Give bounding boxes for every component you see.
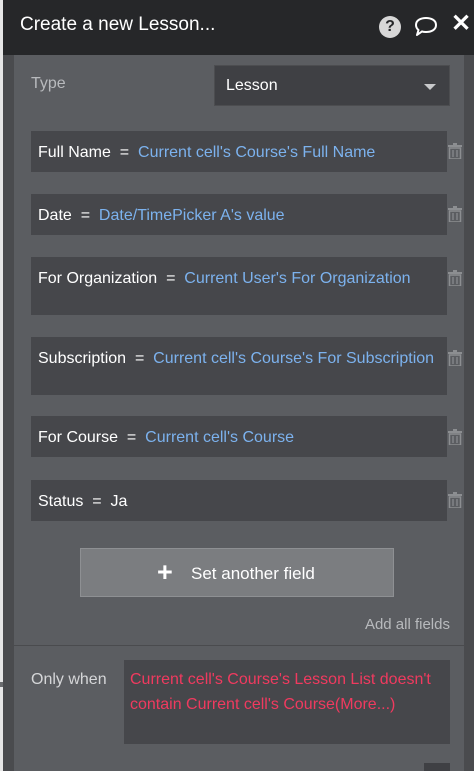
field-key: Date	[38, 207, 72, 224]
set-another-field-button[interactable]: + Set another field	[80, 548, 394, 597]
only-when-label: Only when	[31, 671, 107, 688]
trash-icon[interactable]	[448, 270, 462, 286]
left-gutter	[3, 55, 14, 771]
trash-icon[interactable]	[448, 143, 462, 159]
type-dropdown-value: Lesson	[226, 77, 278, 94]
chevron-down-icon	[424, 84, 436, 90]
help-icon[interactable]: ?	[379, 16, 401, 38]
field-row-status[interactable]: Status = Ja	[31, 480, 447, 521]
field-eq: =	[126, 429, 137, 446]
workflow-action-panel: Create a new Lesson... ? ✕ Type Lesson F…	[3, 0, 474, 771]
only-when-expression[interactable]: Current cell's Course's Lesson List does…	[130, 671, 431, 713]
plus-icon: +	[157, 557, 173, 587]
add-all-fields-link[interactable]: Add all fields	[365, 616, 450, 633]
field-eq: =	[134, 350, 145, 367]
field-eq: =	[80, 207, 91, 224]
field-key: Full Name	[38, 144, 111, 161]
field-eq: =	[119, 144, 130, 161]
field-row-full-name[interactable]: Full Name = Current cell's Course's Full…	[31, 131, 447, 172]
trash-icon[interactable]	[448, 206, 462, 222]
field-key: Status	[38, 493, 84, 510]
field-row-for-course[interactable]: For Course = Current cell's Course	[31, 416, 447, 457]
field-expression[interactable]: Current User's For Organization	[184, 270, 410, 287]
set-another-field-label: Set another field	[191, 564, 315, 583]
type-label: Type	[31, 75, 66, 92]
trash-icon[interactable]	[448, 429, 462, 445]
only-when-condition[interactable]: Current cell's Course's Lesson List does…	[124, 660, 450, 744]
panel-title: Create a new Lesson...	[20, 14, 216, 35]
panel-header: Create a new Lesson... ? ✕	[3, 0, 474, 55]
resize-handle[interactable]	[424, 763, 450, 771]
close-icon[interactable]: ✕	[451, 11, 471, 37]
field-expression[interactable]: Current cell's Course's For Subscription	[153, 350, 434, 367]
trash-icon[interactable]	[448, 350, 462, 366]
field-eq: =	[166, 270, 176, 287]
field-key: For Organization	[38, 270, 158, 287]
field-row-date[interactable]: Date = Date/TimePicker A's value	[31, 194, 447, 235]
field-row-for-organization[interactable]: For Organization = Current User's For Or…	[31, 257, 447, 315]
field-key: Subscription	[38, 350, 127, 367]
type-dropdown[interactable]: Lesson	[214, 65, 450, 106]
field-row-subscription[interactable]: Subscription = Current cell's Course's F…	[31, 337, 447, 395]
comment-icon[interactable]	[413, 15, 439, 46]
field-expression[interactable]: Current cell's Course's Full Name	[138, 144, 375, 161]
field-expression[interactable]: Date/TimePicker A's value	[99, 207, 285, 224]
field-key: For Course	[38, 429, 119, 446]
field-value-input[interactable]: Ja	[110, 493, 127, 510]
trash-icon[interactable]	[448, 492, 462, 508]
field-expression[interactable]: Current cell's Course	[145, 429, 294, 446]
right-gutter	[464, 55, 474, 771]
divider	[14, 645, 464, 646]
field-eq: =	[92, 493, 102, 510]
